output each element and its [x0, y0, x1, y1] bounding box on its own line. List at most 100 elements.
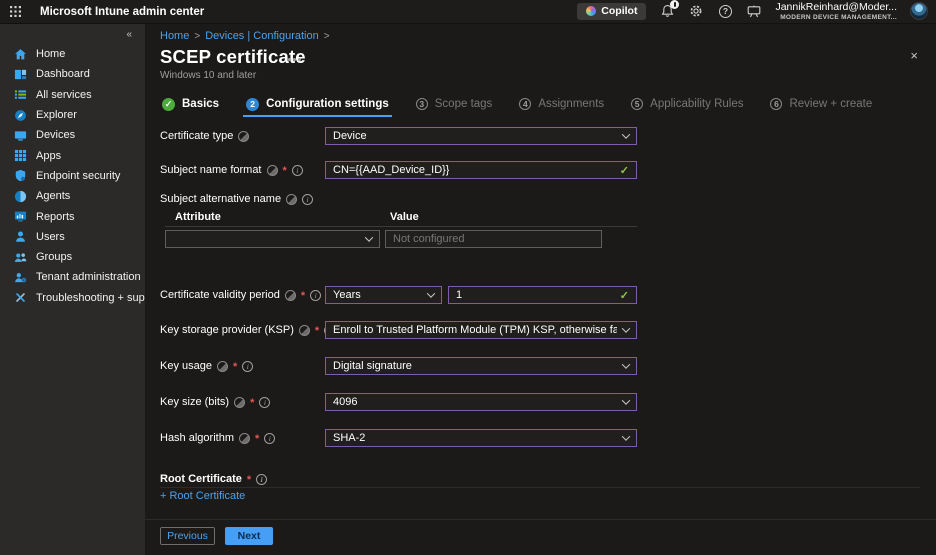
sidebar-item-home[interactable]: Home: [0, 44, 145, 64]
copilot-sparkle-icon[interactable]: [239, 433, 250, 444]
validity-unit-select[interactable]: Years: [325, 286, 442, 304]
required-icon: *: [255, 433, 259, 445]
notification-badge: [670, 0, 679, 9]
hash-algorithm-select[interactable]: SHA-2: [325, 429, 637, 447]
footer-divider: [145, 519, 936, 520]
user-icon: [13, 230, 27, 244]
key-storage-provider-select[interactable]: Enroll to Trusted Platform Module (TPM) …: [325, 321, 637, 339]
sidebar-item-label: Home: [36, 48, 65, 60]
step-applicability-rules[interactable]: 5 Applicability Rules: [631, 98, 743, 110]
app-launcher-icon[interactable]: [0, 0, 30, 24]
sidebar-item-label: Users: [36, 231, 65, 243]
step-label: Assignments: [538, 98, 604, 110]
feedback-icon[interactable]: [746, 3, 762, 19]
sidebar-item-tenant-administration[interactable]: Tenant administration: [0, 267, 145, 287]
info-icon[interactable]: i: [242, 361, 253, 372]
step-assignments[interactable]: 4 Assignments: [519, 98, 604, 110]
field-label-text: Key usage: [160, 360, 212, 372]
certificate-type-label: Certificate type: [160, 127, 249, 145]
required-icon: *: [247, 474, 251, 486]
sidebar-item-devices[interactable]: Devices: [0, 125, 145, 145]
sidebar-item-troubleshooting-support[interactable]: Troubleshooting + support: [0, 288, 145, 308]
copilot-icon: [586, 6, 596, 16]
field-label-text: Key size (bits): [160, 396, 229, 408]
sidebar-item-label: Endpoint security: [36, 170, 120, 182]
sidebar-item-reports[interactable]: Reports: [0, 206, 145, 226]
chevron-down-icon: [365, 233, 373, 241]
info-icon[interactable]: i: [256, 474, 267, 485]
breadcrumb-separator-icon: >: [324, 31, 330, 42]
copilot-sparkle-icon[interactable]: [285, 290, 296, 301]
app-title[interactable]: Microsoft Intune admin center: [40, 6, 204, 18]
sidebar-collapse-icon[interactable]: «: [0, 24, 145, 42]
avatar[interactable]: [910, 2, 928, 20]
sidebar-item-users[interactable]: Users: [0, 227, 145, 247]
sidebar-item-label: Explorer: [36, 109, 77, 121]
help-icon[interactable]: ?: [717, 3, 733, 19]
dashboard-icon: [13, 67, 27, 81]
copilot-sparkle-icon[interactable]: [238, 131, 249, 142]
san-value-input[interactable]: [385, 230, 602, 248]
selected-value: Digital signature: [333, 360, 412, 372]
next-button[interactable]: Next: [225, 527, 273, 545]
column-header-attribute: Attribute: [175, 211, 221, 223]
selected-value: Enroll to Trusted Platform Module (TPM) …: [333, 324, 617, 336]
sidebar-item-endpoint-security[interactable]: Endpoint security: [0, 166, 145, 186]
step-label: Applicability Rules: [650, 98, 743, 110]
subject-name-format-input[interactable]: CN={{AAD_Device_ID}} ✓: [325, 161, 637, 179]
troubleshooting-tools-icon: [13, 291, 27, 305]
validity-value-input[interactable]: 1 ✓: [448, 286, 637, 304]
settings-gear-icon[interactable]: [688, 3, 704, 19]
more-options-icon[interactable]: [288, 58, 301, 61]
sidebar-item-all-services[interactable]: All services: [0, 85, 145, 105]
close-icon[interactable]: ×: [910, 48, 918, 63]
step-number: 2: [246, 98, 259, 111]
info-icon[interactable]: i: [264, 433, 275, 444]
key-size-select[interactable]: 4096: [325, 393, 637, 411]
sidebar-item-dashboard[interactable]: Dashboard: [0, 64, 145, 84]
field-label-text: Certificate type: [160, 130, 233, 142]
sidebar-item-explorer[interactable]: Explorer: [0, 105, 145, 125]
info-icon[interactable]: i: [259, 397, 270, 408]
top-bar: Microsoft Intune admin center Copilot ?: [0, 0, 936, 24]
step-basics[interactable]: ✓ Basics: [162, 98, 219, 111]
copilot-sparkle-icon[interactable]: [234, 397, 245, 408]
main-content: Home > Devices | Configuration > SCEP ce…: [145, 24, 936, 555]
step-review-create[interactable]: 6 Review + create: [770, 98, 872, 110]
sidebar-item-apps[interactable]: Apps: [0, 145, 145, 165]
step-scope-tags[interactable]: 3 Scope tags: [416, 98, 493, 110]
sidebar-item-agents[interactable]: Agents: [0, 186, 145, 206]
reports-icon: [13, 210, 27, 224]
step-label: Scope tags: [435, 98, 493, 110]
sidebar-item-label: Agents: [36, 190, 70, 202]
sidebar-item-label: Devices: [36, 129, 75, 141]
copilot-sparkle-icon[interactable]: [217, 361, 228, 372]
key-usage-label: Key usage * i: [160, 357, 253, 375]
info-icon[interactable]: i: [292, 165, 303, 176]
san-attribute-select[interactable]: [165, 230, 380, 248]
copilot-sparkle-icon[interactable]: [267, 165, 278, 176]
breadcrumb-devices-configuration[interactable]: Devices | Configuration: [205, 30, 319, 42]
copilot-sparkle-icon[interactable]: [299, 325, 310, 336]
field-label-text: Subject alternative name: [160, 193, 281, 205]
add-root-certificate-link[interactable]: + Root Certificate: [160, 490, 245, 502]
key-usage-select[interactable]: Digital signature: [325, 357, 637, 375]
key-storage-provider-label: Key storage provider (KSP) * i: [160, 321, 335, 339]
sidebar-item-groups[interactable]: Groups: [0, 247, 145, 267]
step-configuration-settings[interactable]: 2 Configuration settings: [246, 98, 389, 111]
notifications-bell-icon[interactable]: [659, 3, 675, 19]
field-label-text: Key storage provider (KSP): [160, 324, 294, 336]
required-icon: *: [301, 290, 305, 302]
certificate-type-select[interactable]: Device: [325, 127, 637, 145]
certificate-validity-period-label: Certificate validity period * i: [160, 286, 321, 304]
step-label: Review + create: [789, 98, 872, 110]
info-icon[interactable]: i: [310, 290, 321, 301]
account-menu[interactable]: JannikReinhard@Moder... MODERN DEVICE MA…: [775, 1, 897, 21]
copilot-button[interactable]: Copilot: [577, 3, 646, 20]
previous-button[interactable]: Previous: [160, 527, 215, 545]
breadcrumb-home[interactable]: Home: [160, 30, 189, 42]
copilot-sparkle-icon[interactable]: [286, 194, 297, 205]
subject-alternative-name-label: Subject alternative name i: [160, 190, 313, 208]
groups-icon: [13, 250, 27, 264]
info-icon[interactable]: i: [302, 194, 313, 205]
